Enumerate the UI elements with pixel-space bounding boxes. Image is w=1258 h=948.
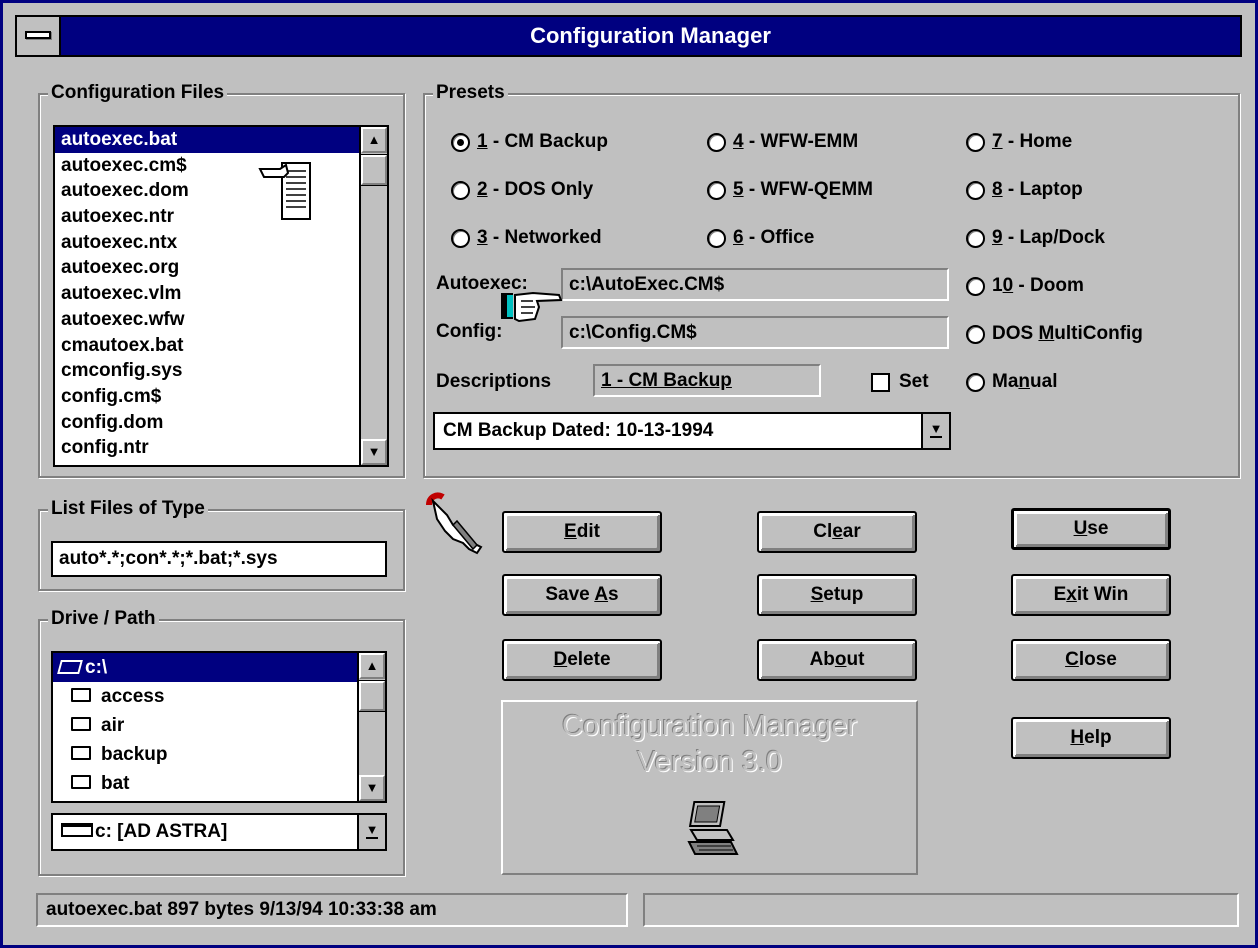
edit-button[interactable]: Edit xyxy=(502,511,662,553)
pointing-hand-icon xyxy=(501,291,563,323)
presets-label: Presets xyxy=(433,82,508,104)
config-files-group: Configuration Files autoexec.bat autoexec… xyxy=(38,82,405,478)
file-list-item[interactable]: config.dom xyxy=(55,410,359,436)
window-title: Configuration Manager xyxy=(530,23,771,48)
dropdown-arrow-icon[interactable]: ▼ xyxy=(357,815,385,849)
scroll-thumb[interactable] xyxy=(360,154,388,186)
preset-radio-5[interactable]: 5 - WFW-QEMM xyxy=(707,177,873,203)
scroll-thumb[interactable] xyxy=(358,680,386,712)
clear-button[interactable]: Clear xyxy=(757,511,917,553)
list-files-type-label: List Files of Type xyxy=(48,498,208,520)
preset-radio-7[interactable]: 7 - Home xyxy=(966,129,1072,155)
exit-win-button[interactable]: Exit Win xyxy=(1011,574,1171,616)
drive-value: c: [AD ASTRA] xyxy=(95,821,228,842)
document-icon xyxy=(258,162,311,220)
scroll-up-icon[interactable]: ▲ xyxy=(361,127,387,153)
config-files-list[interactable]: autoexec.bat autoexec.cm$ autoexec.dom auto… xyxy=(53,125,389,467)
scroll-up-icon[interactable]: ▲ xyxy=(359,653,385,679)
preset-radio-6[interactable]: 6 - Office xyxy=(707,225,814,251)
autoexec-field[interactable]: c:\AutoExec.CM$ xyxy=(561,268,949,301)
drive-dropdown[interactable]: c: [AD ASTRA] ▼ xyxy=(51,813,387,851)
preset-radio-1[interactable]: 1 - CM Backup xyxy=(451,129,608,155)
file-list-item[interactable]: autoexec.ntx xyxy=(55,230,359,256)
dir-item[interactable]: air xyxy=(53,711,357,740)
radio-circle xyxy=(451,181,470,200)
folder-icon xyxy=(71,716,91,731)
file-type-field[interactable]: auto*.*;con*.*;*.bat;*.sys xyxy=(51,541,387,577)
status-right xyxy=(643,893,1239,927)
logo-version: Version 3.0 xyxy=(636,746,783,778)
dir-item-root[interactable]: c:\ xyxy=(53,653,357,682)
config-manager-window: Configuration Manager Configuration File… xyxy=(0,0,1258,948)
set-label: Set xyxy=(899,371,929,392)
delete-button[interactable]: Delete xyxy=(502,639,662,681)
radio-circle xyxy=(451,133,470,152)
config-files-label: Configuration Files xyxy=(48,82,228,104)
dir-item[interactable]: backup xyxy=(53,740,357,769)
about-button[interactable]: About xyxy=(757,639,917,681)
config-files-scrollbar[interactable]: ▲ ▼ xyxy=(359,127,388,465)
radio-circle xyxy=(707,229,726,248)
directory-scrollbar[interactable]: ▲ ▼ xyxy=(357,653,386,801)
radio-circle xyxy=(451,229,470,248)
radio-circle xyxy=(966,133,985,152)
preset-radio-2[interactable]: 2 - DOS Only xyxy=(451,177,593,203)
radio-circle xyxy=(707,133,726,152)
file-list-item[interactable]: autoexec.org xyxy=(55,255,359,281)
set-checkbox[interactable] xyxy=(871,373,890,392)
file-list-item[interactable]: autoexec.wfw xyxy=(55,307,359,333)
system-menu-icon[interactable] xyxy=(17,17,61,55)
radio-circle xyxy=(966,181,985,200)
scroll-down-icon[interactable]: ▼ xyxy=(361,439,387,465)
close-button[interactable]: Close xyxy=(1011,639,1171,681)
preset-radio-8[interactable]: 8 - Laptop xyxy=(966,177,1083,203)
scroll-down-icon[interactable]: ▼ xyxy=(359,775,385,801)
file-list-item[interactable]: config.cm$ xyxy=(55,384,359,410)
preset-radio-10[interactable]: 10 - Doom xyxy=(966,273,1084,299)
description-field[interactable]: 1 - CM Backup xyxy=(593,364,821,397)
config-label: Config: xyxy=(436,321,503,342)
folder-icon xyxy=(71,745,91,760)
radio-circle xyxy=(707,181,726,200)
preset-dropdown-value: CM Backup Dated: 10-13-1994 xyxy=(443,420,714,441)
descriptions-label: Descriptions xyxy=(436,371,552,392)
open-folder-icon xyxy=(57,660,83,674)
file-list-item[interactable]: cmautoex.bat xyxy=(55,333,359,359)
preset-radio-3[interactable]: 3 - Networked xyxy=(451,225,602,251)
config-field[interactable]: c:\Config.CM$ xyxy=(561,316,949,349)
drive-icon xyxy=(61,822,93,837)
directory-list[interactable]: c:\ access air backup bat ▲ ▼ xyxy=(51,651,387,803)
file-list-item[interactable]: autoexec.bat xyxy=(55,127,359,153)
computer-icon xyxy=(687,801,739,855)
dir-item[interactable]: bat xyxy=(53,769,357,798)
radio-circle xyxy=(966,229,985,248)
dir-item[interactable]: access xyxy=(53,682,357,711)
preset-radio-manual[interactable]: Manual xyxy=(966,369,1057,395)
file-list-item[interactable]: config.ntr xyxy=(55,435,359,461)
preset-radio-4[interactable]: 4 - WFW-EMM xyxy=(707,129,858,155)
folder-icon xyxy=(71,774,91,789)
title-bar: Configuration Manager xyxy=(15,15,1242,57)
preset-dropdown[interactable]: CM Backup Dated: 10-13-1994 ▼ xyxy=(433,412,951,450)
version-panel: Configuration Manager Version 3.0 xyxy=(501,700,918,875)
save-as-button[interactable]: Save As xyxy=(502,574,662,616)
radio-circle xyxy=(966,373,985,392)
radio-circle xyxy=(966,325,985,344)
folder-icon xyxy=(71,687,91,702)
description-value: 1 - CM Backup xyxy=(601,370,732,391)
logo-title: Configuration Manager xyxy=(561,710,857,742)
drive-path-label: Drive / Path xyxy=(48,608,159,630)
use-button[interactable]: Use xyxy=(1011,508,1171,550)
dropdown-arrow-icon[interactable]: ▼ xyxy=(921,414,949,448)
preset-radio-dos-multiconfig[interactable]: DOS MultiConfig xyxy=(966,321,1143,347)
help-button[interactable]: Help xyxy=(1011,717,1171,759)
setup-button[interactable]: Setup xyxy=(757,574,917,616)
radio-circle xyxy=(966,277,985,296)
status-left: autoexec.bat 897 bytes 9/13/94 10:33:38 … xyxy=(36,893,628,927)
preset-radio-9[interactable]: 9 - Lap/Dock xyxy=(966,225,1105,251)
hand-with-pen-icon xyxy=(426,492,483,555)
file-list-item[interactable]: autoexec.vlm xyxy=(55,281,359,307)
file-list-item[interactable]: cmconfig.sys xyxy=(55,358,359,384)
